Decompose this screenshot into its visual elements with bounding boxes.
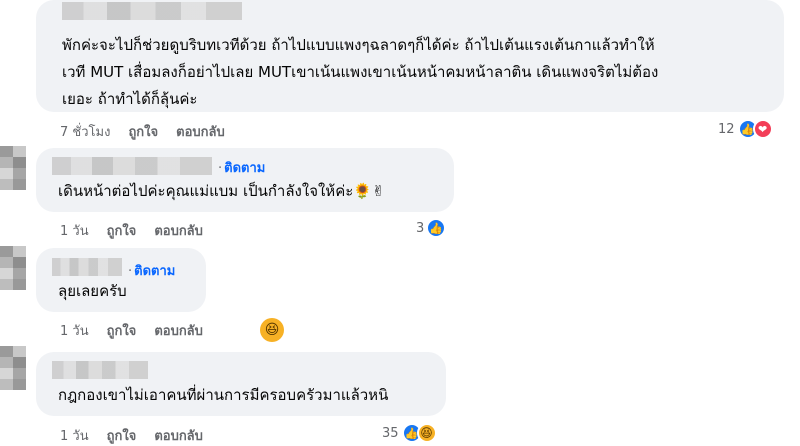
reply-button[interactable]: ตอบกลับ [154,220,203,241]
commenter-name-blurred[interactable] [62,2,242,20]
commenter-name-blurred[interactable] [52,157,212,175]
haha-icon[interactable]: 😆 [260,318,284,342]
haha-icon: 😆 [416,423,437,443]
love-icon: ❤ [752,119,773,139]
comment-text: เดินหน้าต่อไปค่ะคุณแม่แบม เป็นกำลังใจให้… [58,182,385,200]
reaction-count: 3 [416,220,425,236]
reaction-count: 12 [718,121,735,137]
like-button[interactable]: ถูกใจ [107,220,137,241]
reaction-count: 35 [382,425,399,441]
comment-text: ลุยเลยครับ [58,282,127,300]
commenter-name-blurred[interactable] [52,361,148,379]
comment-timestamp[interactable]: 7 ชั่วโมง [60,121,110,142]
comment-text: พักค่ะจะไปก็ช่วยดูบริบทเวทีด้วย ถ้าไปแบบ… [62,36,659,108]
like-button[interactable]: ถูกใจ [107,320,137,341]
like-icon: 👍 [426,218,447,238]
commenter-name-blurred[interactable] [52,258,122,276]
avatar[interactable] [0,246,26,290]
reaction-summary[interactable]: 3 👍 [416,218,447,238]
reaction-summary[interactable]: 35 👍 😆 [382,423,437,443]
comment-bubble: พักค่ะจะไปก็ช่วยดูบริบทเวทีด้วย ถ้าไปแบบ… [36,0,784,112]
comment-actions: 7 ชั่วโมง ถูกใจ ตอบกลับ [60,121,225,142]
reply-button[interactable]: ตอบกลับ [154,425,203,446]
comment-bubble: · ติดตาม เดินหน้าต่อไปค่ะคุณแม่แบม เป็นกำ… [36,148,454,212]
avatar[interactable] [0,146,26,190]
follow-button[interactable]: · ติดตาม [128,260,175,281]
comment-actions: 1 วัน ถูกใจ ตอบกลับ [60,220,203,241]
follow-button[interactable]: · ติดตาม [218,157,265,178]
reply-button[interactable]: ตอบกลับ [154,320,203,341]
like-button[interactable]: ถูกใจ [107,425,137,446]
like-button[interactable]: ถูกใจ [128,121,158,142]
comment-bubble: กฎกองเขาไม่เอาคนที่ผ่านการมีครอบครัวมาแล… [36,352,446,416]
reaction-summary[interactable]: 12 👍 ❤ [718,119,773,139]
comment-timestamp[interactable]: 1 วัน [60,320,89,341]
avatar[interactable] [0,346,26,390]
reply-button[interactable]: ตอบกลับ [176,121,225,142]
comment-timestamp[interactable]: 1 วัน [60,425,89,446]
comment-actions: 1 วัน ถูกใจ ตอบกลับ [60,320,203,341]
comment-timestamp[interactable]: 1 วัน [60,220,89,241]
comment-bubble: · ติดตาม ลุยเลยครับ [36,248,206,312]
comment-actions: 1 วัน ถูกใจ ตอบกลับ [60,425,203,446]
comment-text: กฎกองเขาไม่เอาคนที่ผ่านการมีครอบครัวมาแล… [58,386,389,404]
